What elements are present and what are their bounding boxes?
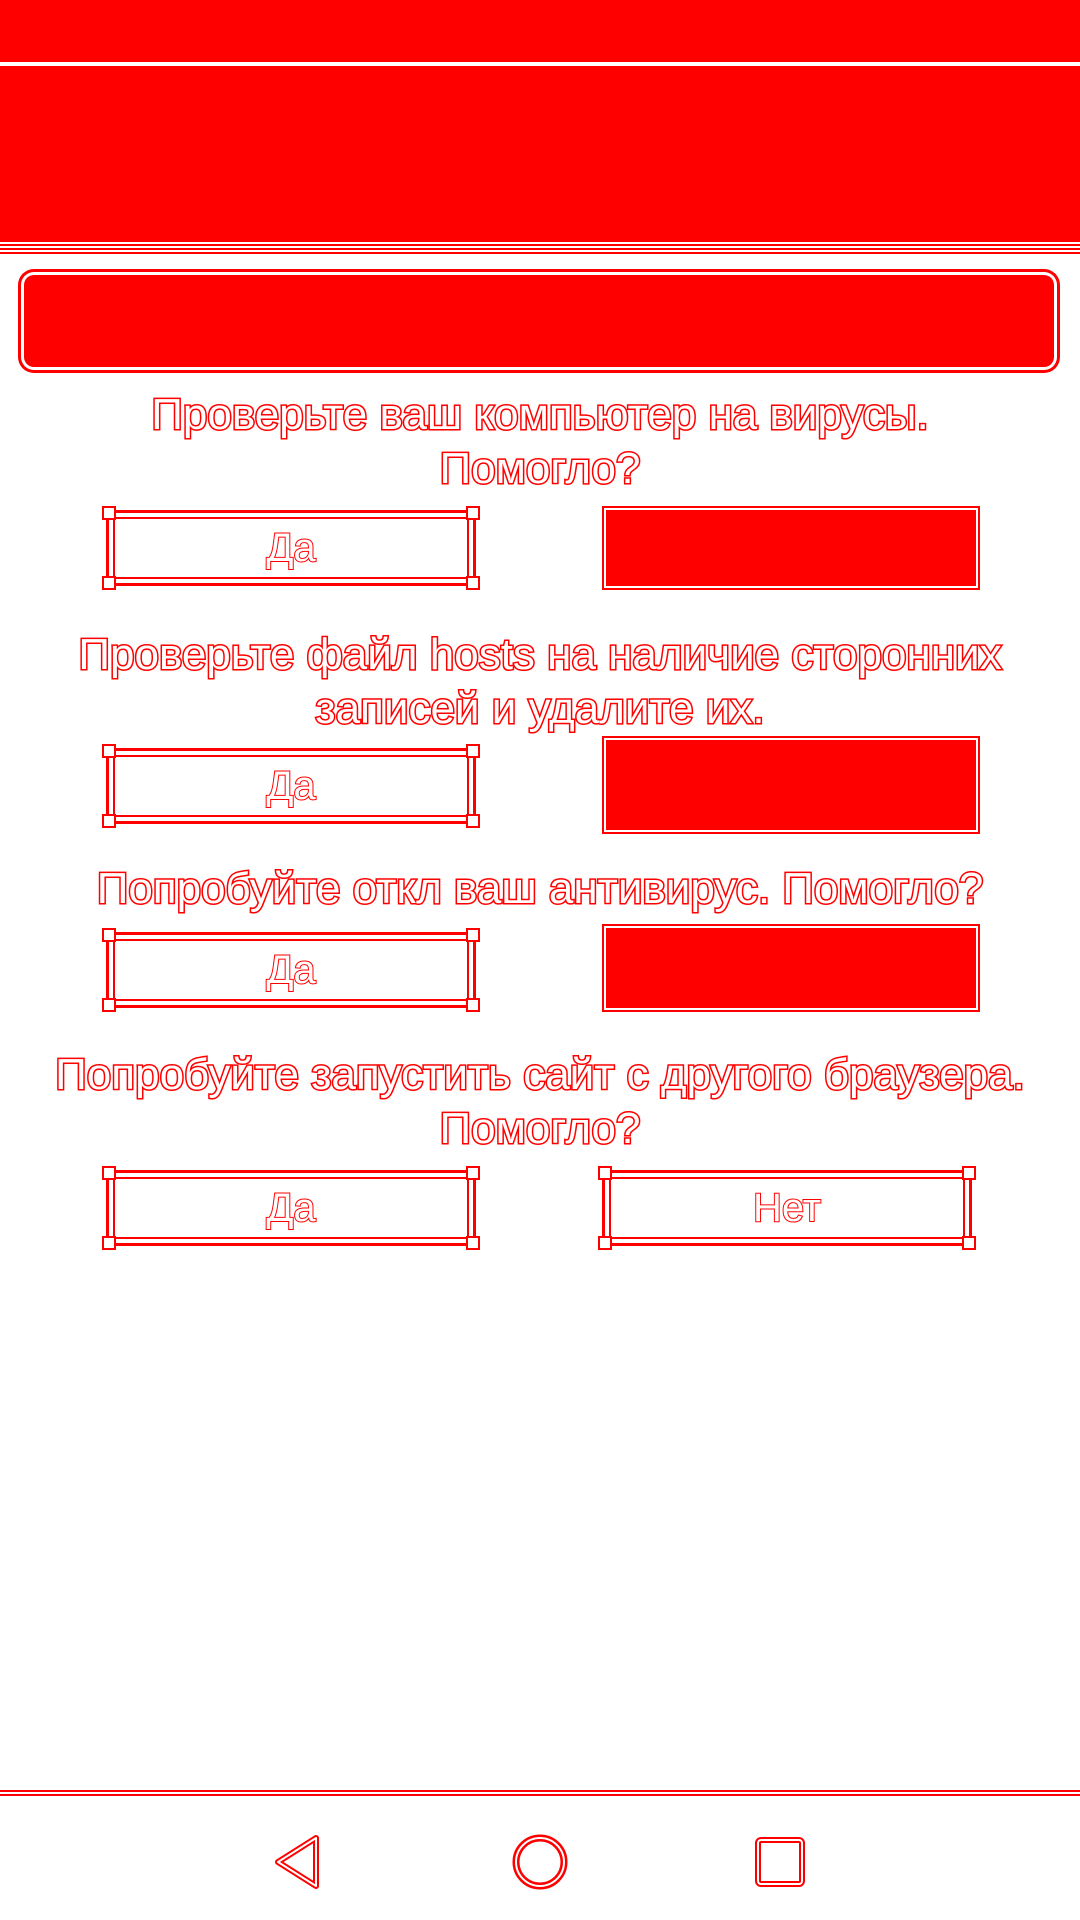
question-2-no-label: Нет xyxy=(756,762,826,807)
question-3-yes-button[interactable]: Да xyxy=(102,928,480,1012)
corner-decoration xyxy=(466,1166,480,1180)
question-3-yes-label: Да xyxy=(265,947,316,993)
corner-decoration xyxy=(102,998,116,1012)
corner-decoration xyxy=(466,928,480,942)
corner-decoration xyxy=(466,998,480,1012)
question-2-no-button[interactable]: Нет xyxy=(606,740,976,830)
corner-decoration xyxy=(598,1166,612,1180)
banner-button[interactable] xyxy=(24,275,1054,367)
question-1-yes-label: Да xyxy=(265,525,316,571)
question-1-text: Проверьте ваш компьютер на вирусы. Помог… xyxy=(20,388,1060,496)
corner-decoration xyxy=(102,1236,116,1250)
corner-decoration xyxy=(466,1236,480,1250)
corner-decoration xyxy=(962,1166,976,1180)
corner-decoration xyxy=(598,1236,612,1250)
question-4-no-button[interactable]: Нет xyxy=(598,1166,976,1250)
question-4-no-label: Нет xyxy=(752,1185,822,1231)
corner-decoration xyxy=(102,928,116,942)
corner-decoration xyxy=(102,506,116,520)
question-4-text: Попробуйте запустить сайт с другого брау… xyxy=(20,1048,1060,1156)
question-3-line1: Попробуйте откл ваш антивирус. Помогло? xyxy=(95,863,985,915)
system-navigation-bar xyxy=(0,1790,1080,1920)
question-2-text: Проверьте файл hosts на наличие сторонни… xyxy=(20,628,1060,736)
corner-decoration xyxy=(962,1236,976,1250)
question-1-line1: Проверьте ваш компьютер на вирусы. xyxy=(150,389,930,441)
question-1-no-label: Нет xyxy=(756,525,826,570)
question-4-yes-button[interactable]: Да xyxy=(102,1166,480,1250)
question-2-line2: записей и удалите их. xyxy=(314,683,766,735)
question-1-no-button[interactable]: Нет xyxy=(606,510,976,586)
corner-decoration xyxy=(466,506,480,520)
corner-decoration xyxy=(102,744,116,758)
home-circle-icon[interactable] xyxy=(510,1832,570,1892)
corner-decoration xyxy=(102,576,116,590)
app-bar-shadow xyxy=(0,240,1080,254)
corner-decoration xyxy=(102,1166,116,1180)
screen: Проверьте ваш компьютер на вирусы. Помог… xyxy=(0,0,1080,1920)
status-bar xyxy=(0,0,1080,64)
question-4-line1: Попробуйте запустить сайт с другого брау… xyxy=(54,1049,1027,1101)
question-3-no-label: Нет xyxy=(756,945,826,990)
recents-square-icon[interactable] xyxy=(750,1832,810,1892)
question-4-line2: Помогло? xyxy=(438,1103,642,1155)
question-1-yes-button[interactable]: Да xyxy=(102,506,480,590)
question-2-line1: Проверьте файл hosts на наличие сторонни… xyxy=(77,629,1003,681)
corner-decoration xyxy=(466,744,480,758)
question-1-line2: Помогло? xyxy=(438,443,642,495)
question-3-text: Попробуйте откл ваш антивирус. Помогло? xyxy=(20,862,1060,916)
question-2-yes-button[interactable]: Да xyxy=(102,744,480,828)
corner-decoration xyxy=(466,576,480,590)
question-2-yes-label: Да xyxy=(265,763,316,809)
question-4-yes-label: Да xyxy=(265,1185,316,1231)
corner-decoration xyxy=(102,814,116,828)
back-triangle-icon[interactable] xyxy=(268,1832,328,1892)
corner-decoration xyxy=(466,814,480,828)
question-3-no-button[interactable]: Нет xyxy=(606,928,976,1008)
app-bar xyxy=(0,66,1080,254)
nav-bar-divider xyxy=(0,1790,1080,1798)
